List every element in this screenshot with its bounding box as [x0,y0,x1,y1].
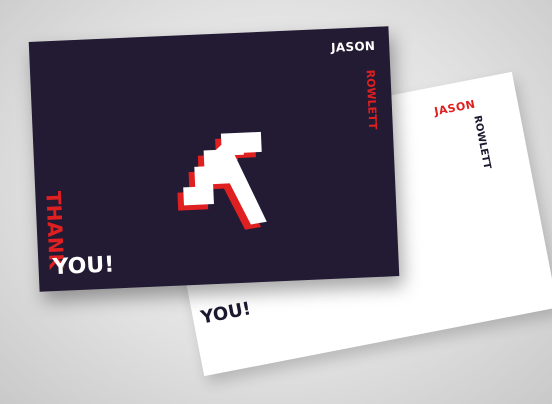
jr-logo-icon [177,131,267,230]
front-card-last-name: ROWLETT [363,69,380,130]
back-card-last-name: ROWLETT [470,114,493,171]
back-card-name: JASON ROWLETT [433,96,493,171]
back-card-first-name: JASON [433,97,477,119]
front-card: JASON ROWLETT THANK YOU! [28,26,400,292]
front-card-you-text: YOU! [52,252,115,281]
front-card-first-name: JASON [330,38,376,55]
back-card-you-text: YOU! [199,298,253,329]
photo-scene: JASON ROWLETT et with you. It's d meet t… [0,0,552,404]
